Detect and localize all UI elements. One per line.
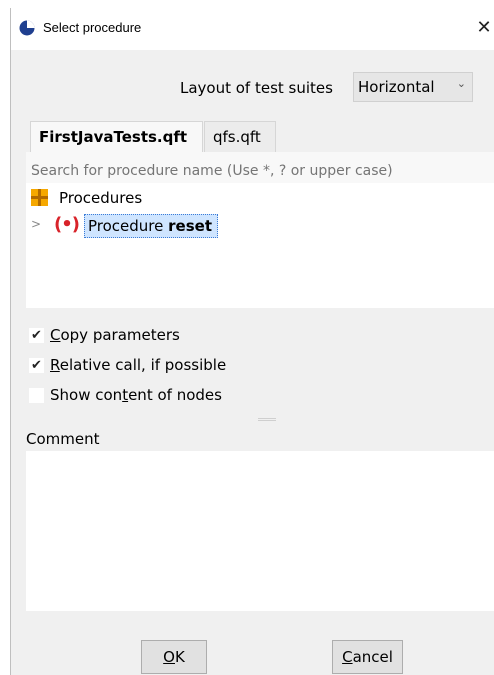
tree-root-label: Procedures bbox=[59, 189, 143, 207]
procedure-icon: (•) bbox=[54, 214, 80, 235]
title-bar[interactable]: Select procedure ✕ bbox=[11, 8, 494, 50]
layout-label: Layout of test suites bbox=[180, 79, 333, 97]
split-handle[interactable] bbox=[258, 418, 276, 421]
ok-button[interactable]: OK bbox=[141, 640, 207, 674]
cancel-button[interactable]: Cancel bbox=[332, 640, 403, 674]
app-icon bbox=[19, 20, 35, 36]
chevron-down-icon: ⌄ bbox=[456, 77, 466, 90]
layout-select[interactable]: Horizontal ⌄ bbox=[353, 72, 473, 102]
procedures-folder-icon bbox=[31, 189, 48, 206]
search-input[interactable] bbox=[26, 152, 494, 183]
procedure-prefix: Procedure bbox=[88, 217, 169, 235]
expand-arrow-icon[interactable]: > bbox=[31, 217, 41, 231]
copy-parameters-checkbox[interactable]: ✔ bbox=[29, 328, 44, 343]
show-content-checkbox[interactable] bbox=[29, 388, 44, 403]
procedure-name: reset bbox=[168, 217, 212, 235]
select-procedure-dialog: Select procedure ✕ Layout of test suites… bbox=[10, 8, 494, 675]
tab-qfs[interactable]: qfs.qft bbox=[204, 121, 276, 152]
selected-procedure[interactable]: Procedure reset bbox=[84, 214, 218, 238]
tab-firstjavatests[interactable]: FirstJavaTests.qft bbox=[30, 121, 203, 152]
layout-select-value: Horizontal bbox=[358, 78, 435, 96]
procedure-tree[interactable]: Procedures > (•) Procedure reset bbox=[26, 183, 494, 308]
relative-call-checkbox[interactable]: ✔ bbox=[29, 358, 44, 373]
copy-parameters-label: Copy parameters bbox=[50, 326, 180, 344]
window-title: Select procedure bbox=[43, 20, 142, 35]
relative-call-label: Relative call, if possible bbox=[50, 356, 227, 374]
comment-label: Comment bbox=[26, 430, 100, 448]
comment-textarea[interactable] bbox=[26, 451, 494, 611]
close-icon[interactable]: ✕ bbox=[473, 15, 494, 41]
show-content-label: Show content of nodes bbox=[50, 386, 222, 404]
